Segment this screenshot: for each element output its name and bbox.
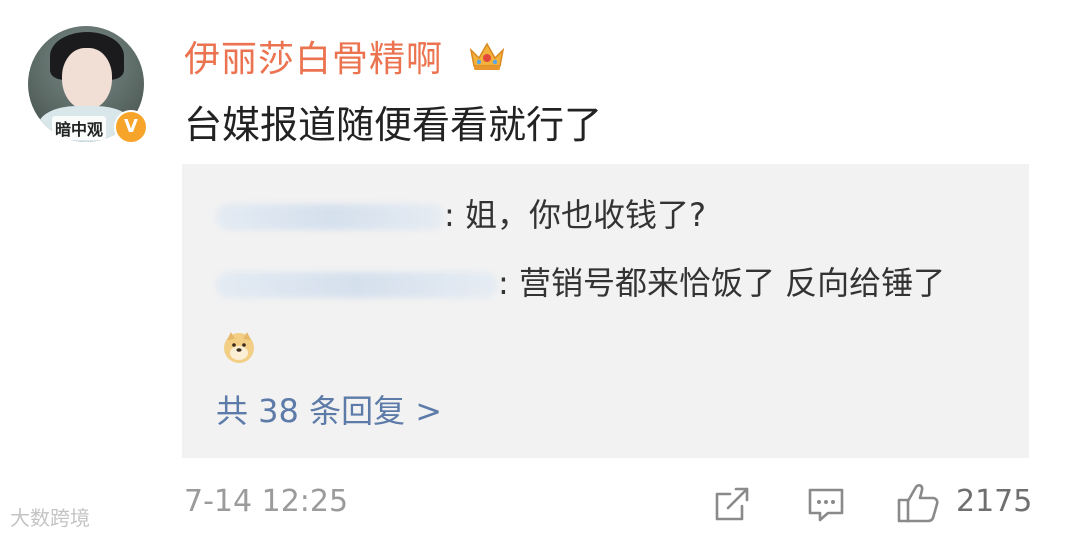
view-all-replies-link[interactable]: 共 38 条回复 > xyxy=(216,386,442,432)
username-link[interactable]: 伊丽莎白骨精啊 xyxy=(184,30,443,82)
like-count: 2175 xyxy=(956,484,1033,519)
blurred-username xyxy=(216,272,498,298)
reply-item[interactable]: : 姐，你也收钱了? xyxy=(216,184,706,246)
crown-icon xyxy=(469,42,505,70)
thumbs-up-icon[interactable] xyxy=(896,482,940,524)
watermark: 大数跨境 xyxy=(10,506,90,530)
avatar-face xyxy=(62,48,112,110)
doge-emoji-icon xyxy=(224,332,254,363)
reply-item[interactable]: : 营销号都来恰饭了 反向给锤了 xyxy=(216,252,976,376)
reply-text: : 姐，你也收钱了? xyxy=(444,196,706,234)
share-icon[interactable] xyxy=(712,486,752,524)
comment-text: 台媒报道随便看看就行了 xyxy=(184,103,603,147)
timestamp: 7-14 12:25 xyxy=(184,484,349,519)
blurred-username xyxy=(216,204,444,230)
avatar-caption: 暗中观 xyxy=(52,116,107,140)
reply-text: : 营销号都来恰饭了 反向给锤了 xyxy=(498,264,946,302)
reply-preview-box[interactable]: : 姐，你也收钱了? : 营销号都来恰饭了 反向给锤了 共 38 条回复 > xyxy=(182,164,1029,458)
comment-icon[interactable] xyxy=(806,486,846,524)
verified-badge-icon: V xyxy=(114,110,148,144)
